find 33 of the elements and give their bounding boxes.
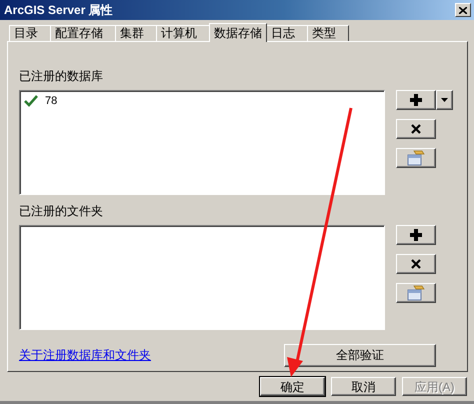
section-label: 已注册的文件夹 — [19, 203, 103, 220]
folder-icon — [407, 285, 425, 301]
window-title: ArcGIS Server 属性 — [4, 2, 113, 18]
close-icon — [411, 259, 421, 269]
close-button[interactable] — [455, 3, 471, 17]
validate-all-button[interactable]: 全部验证 — [284, 344, 436, 367]
caret-icon — [441, 98, 448, 102]
add-button[interactable] — [396, 90, 436, 110]
plus-icon — [410, 229, 422, 241]
tab[interactable]: 目录 — [9, 25, 51, 41]
section-label: 已注册的数据库 — [19, 68, 103, 85]
tab[interactable]: 日志 — [266, 25, 308, 41]
tab[interactable]: 计算机 — [156, 25, 210, 41]
tab[interactable]: 数据存储 — [209, 23, 267, 42]
properties-button[interactable] — [396, 283, 436, 303]
dropdown-button[interactable] — [436, 90, 453, 110]
close-icon — [411, 124, 421, 134]
list-item[interactable]: 78 — [45, 95, 58, 107]
remove-button[interactable] — [396, 119, 436, 139]
close-icon — [459, 6, 467, 14]
list-box[interactable] — [19, 225, 385, 330]
folder-icon — [407, 150, 425, 166]
properties-button[interactable] — [396, 148, 436, 168]
list-box[interactable]: 78 — [19, 90, 385, 195]
plus-icon — [410, 94, 422, 106]
tab[interactable]: 类型 — [307, 25, 349, 41]
dialog-button[interactable]: 确定 — [260, 377, 325, 396]
tab[interactable]: 集群 — [115, 25, 157, 41]
help-link[interactable]: 关于注册数据库和文件夹 — [19, 347, 151, 364]
dialog-button[interactable]: 取消 — [331, 377, 396, 396]
add-button[interactable] — [396, 225, 436, 245]
tab[interactable]: 配置存储 — [50, 25, 116, 41]
remove-button[interactable] — [396, 254, 436, 274]
